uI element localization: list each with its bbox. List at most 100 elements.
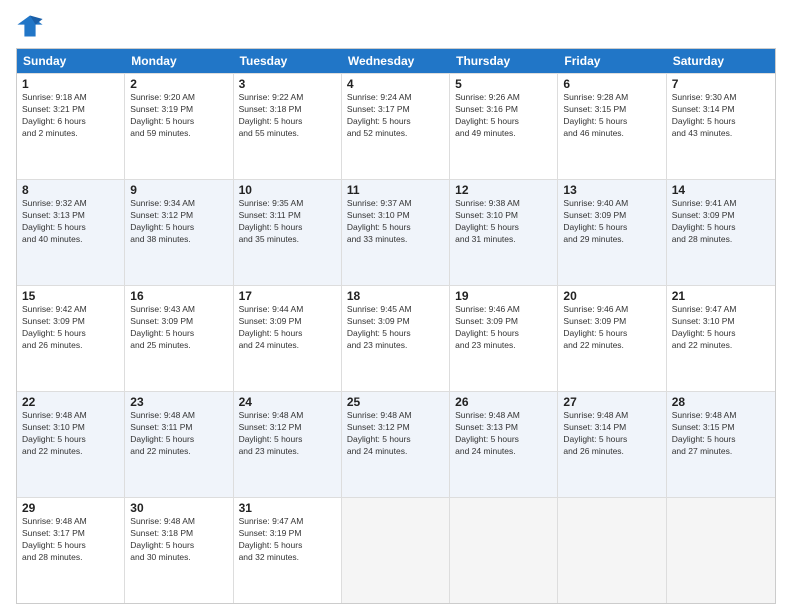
calendar-cell: 20Sunrise: 9:46 AM Sunset: 3:09 PM Dayli… bbox=[558, 286, 666, 391]
calendar-cell: 29Sunrise: 9:48 AM Sunset: 3:17 PM Dayli… bbox=[17, 498, 125, 603]
day-number: 8 bbox=[22, 183, 119, 197]
calendar-cell: 31Sunrise: 9:47 AM Sunset: 3:19 PM Dayli… bbox=[234, 498, 342, 603]
day-number: 30 bbox=[130, 501, 227, 515]
calendar-cell: 15Sunrise: 9:42 AM Sunset: 3:09 PM Dayli… bbox=[17, 286, 125, 391]
day-info: Sunrise: 9:37 AM Sunset: 3:10 PM Dayligh… bbox=[347, 198, 444, 246]
day-number: 2 bbox=[130, 77, 227, 91]
calendar-cell: 16Sunrise: 9:43 AM Sunset: 3:09 PM Dayli… bbox=[125, 286, 233, 391]
calendar-cell: 8Sunrise: 9:32 AM Sunset: 3:13 PM Daylig… bbox=[17, 180, 125, 285]
day-number: 3 bbox=[239, 77, 336, 91]
day-info: Sunrise: 9:30 AM Sunset: 3:14 PM Dayligh… bbox=[672, 92, 770, 140]
day-info: Sunrise: 9:48 AM Sunset: 3:18 PM Dayligh… bbox=[130, 516, 227, 564]
day-number: 4 bbox=[347, 77, 444, 91]
day-info: Sunrise: 9:35 AM Sunset: 3:11 PM Dayligh… bbox=[239, 198, 336, 246]
day-number: 7 bbox=[672, 77, 770, 91]
calendar-row-2: 8Sunrise: 9:32 AM Sunset: 3:13 PM Daylig… bbox=[17, 179, 775, 285]
day-info: Sunrise: 9:46 AM Sunset: 3:09 PM Dayligh… bbox=[455, 304, 552, 352]
calendar-cell: 4Sunrise: 9:24 AM Sunset: 3:17 PM Daylig… bbox=[342, 74, 450, 179]
day-info: Sunrise: 9:41 AM Sunset: 3:09 PM Dayligh… bbox=[672, 198, 770, 246]
calendar-cell: 25Sunrise: 9:48 AM Sunset: 3:12 PM Dayli… bbox=[342, 392, 450, 497]
day-number: 25 bbox=[347, 395, 444, 409]
calendar-cell: 10Sunrise: 9:35 AM Sunset: 3:11 PM Dayli… bbox=[234, 180, 342, 285]
calendar-cell: 1Sunrise: 9:18 AM Sunset: 3:21 PM Daylig… bbox=[17, 74, 125, 179]
calendar-body: 1Sunrise: 9:18 AM Sunset: 3:21 PM Daylig… bbox=[17, 73, 775, 603]
calendar-cell bbox=[342, 498, 450, 603]
day-number: 27 bbox=[563, 395, 660, 409]
weekday-header-thursday: Thursday bbox=[450, 49, 558, 73]
day-number: 31 bbox=[239, 501, 336, 515]
weekday-header-saturday: Saturday bbox=[667, 49, 775, 73]
day-number: 13 bbox=[563, 183, 660, 197]
day-number: 5 bbox=[455, 77, 552, 91]
calendar-cell: 21Sunrise: 9:47 AM Sunset: 3:10 PM Dayli… bbox=[667, 286, 775, 391]
day-number: 29 bbox=[22, 501, 119, 515]
weekday-header-sunday: Sunday bbox=[17, 49, 125, 73]
day-number: 6 bbox=[563, 77, 660, 91]
calendar-cell: 13Sunrise: 9:40 AM Sunset: 3:09 PM Dayli… bbox=[558, 180, 666, 285]
calendar-cell: 30Sunrise: 9:48 AM Sunset: 3:18 PM Dayli… bbox=[125, 498, 233, 603]
day-info: Sunrise: 9:47 AM Sunset: 3:19 PM Dayligh… bbox=[239, 516, 336, 564]
day-number: 23 bbox=[130, 395, 227, 409]
day-info: Sunrise: 9:44 AM Sunset: 3:09 PM Dayligh… bbox=[239, 304, 336, 352]
calendar-row-4: 22Sunrise: 9:48 AM Sunset: 3:10 PM Dayli… bbox=[17, 391, 775, 497]
calendar-row-3: 15Sunrise: 9:42 AM Sunset: 3:09 PM Dayli… bbox=[17, 285, 775, 391]
day-info: Sunrise: 9:45 AM Sunset: 3:09 PM Dayligh… bbox=[347, 304, 444, 352]
calendar-cell: 19Sunrise: 9:46 AM Sunset: 3:09 PM Dayli… bbox=[450, 286, 558, 391]
day-info: Sunrise: 9:20 AM Sunset: 3:19 PM Dayligh… bbox=[130, 92, 227, 140]
day-info: Sunrise: 9:28 AM Sunset: 3:15 PM Dayligh… bbox=[563, 92, 660, 140]
day-number: 22 bbox=[22, 395, 119, 409]
day-info: Sunrise: 9:42 AM Sunset: 3:09 PM Dayligh… bbox=[22, 304, 119, 352]
calendar-header: SundayMondayTuesdayWednesdayThursdayFrid… bbox=[17, 49, 775, 73]
day-info: Sunrise: 9:48 AM Sunset: 3:17 PM Dayligh… bbox=[22, 516, 119, 564]
weekday-header-wednesday: Wednesday bbox=[342, 49, 450, 73]
day-number: 19 bbox=[455, 289, 552, 303]
day-info: Sunrise: 9:48 AM Sunset: 3:10 PM Dayligh… bbox=[22, 410, 119, 458]
calendar-cell: 5Sunrise: 9:26 AM Sunset: 3:16 PM Daylig… bbox=[450, 74, 558, 179]
calendar-cell: 3Sunrise: 9:22 AM Sunset: 3:18 PM Daylig… bbox=[234, 74, 342, 179]
calendar-cell: 24Sunrise: 9:48 AM Sunset: 3:12 PM Dayli… bbox=[234, 392, 342, 497]
day-info: Sunrise: 9:47 AM Sunset: 3:10 PM Dayligh… bbox=[672, 304, 770, 352]
calendar-cell: 2Sunrise: 9:20 AM Sunset: 3:19 PM Daylig… bbox=[125, 74, 233, 179]
day-number: 28 bbox=[672, 395, 770, 409]
calendar-cell: 6Sunrise: 9:28 AM Sunset: 3:15 PM Daylig… bbox=[558, 74, 666, 179]
day-info: Sunrise: 9:32 AM Sunset: 3:13 PM Dayligh… bbox=[22, 198, 119, 246]
day-number: 9 bbox=[130, 183, 227, 197]
day-info: Sunrise: 9:43 AM Sunset: 3:09 PM Dayligh… bbox=[130, 304, 227, 352]
day-info: Sunrise: 9:24 AM Sunset: 3:17 PM Dayligh… bbox=[347, 92, 444, 140]
day-info: Sunrise: 9:48 AM Sunset: 3:12 PM Dayligh… bbox=[239, 410, 336, 458]
calendar-row-5: 29Sunrise: 9:48 AM Sunset: 3:17 PM Dayli… bbox=[17, 497, 775, 603]
day-number: 10 bbox=[239, 183, 336, 197]
day-info: Sunrise: 9:22 AM Sunset: 3:18 PM Dayligh… bbox=[239, 92, 336, 140]
day-number: 11 bbox=[347, 183, 444, 197]
day-number: 1 bbox=[22, 77, 119, 91]
day-number: 20 bbox=[563, 289, 660, 303]
calendar-cell: 27Sunrise: 9:48 AM Sunset: 3:14 PM Dayli… bbox=[558, 392, 666, 497]
calendar-cell: 23Sunrise: 9:48 AM Sunset: 3:11 PM Dayli… bbox=[125, 392, 233, 497]
calendar-cell: 22Sunrise: 9:48 AM Sunset: 3:10 PM Dayli… bbox=[17, 392, 125, 497]
header bbox=[16, 12, 776, 40]
calendar-cell bbox=[558, 498, 666, 603]
calendar-cell: 14Sunrise: 9:41 AM Sunset: 3:09 PM Dayli… bbox=[667, 180, 775, 285]
weekday-header-friday: Friday bbox=[558, 49, 666, 73]
day-info: Sunrise: 9:46 AM Sunset: 3:09 PM Dayligh… bbox=[563, 304, 660, 352]
calendar-cell: 12Sunrise: 9:38 AM Sunset: 3:10 PM Dayli… bbox=[450, 180, 558, 285]
calendar-cell bbox=[667, 498, 775, 603]
day-number: 17 bbox=[239, 289, 336, 303]
day-number: 14 bbox=[672, 183, 770, 197]
day-info: Sunrise: 9:34 AM Sunset: 3:12 PM Dayligh… bbox=[130, 198, 227, 246]
day-info: Sunrise: 9:48 AM Sunset: 3:13 PM Dayligh… bbox=[455, 410, 552, 458]
calendar-cell bbox=[450, 498, 558, 603]
calendar-cell: 26Sunrise: 9:48 AM Sunset: 3:13 PM Dayli… bbox=[450, 392, 558, 497]
calendar-cell: 28Sunrise: 9:48 AM Sunset: 3:15 PM Dayli… bbox=[667, 392, 775, 497]
day-info: Sunrise: 9:18 AM Sunset: 3:21 PM Dayligh… bbox=[22, 92, 119, 140]
calendar-cell: 9Sunrise: 9:34 AM Sunset: 3:12 PM Daylig… bbox=[125, 180, 233, 285]
page: SundayMondayTuesdayWednesdayThursdayFrid… bbox=[0, 0, 792, 612]
day-number: 26 bbox=[455, 395, 552, 409]
logo bbox=[16, 12, 48, 40]
day-number: 12 bbox=[455, 183, 552, 197]
day-number: 21 bbox=[672, 289, 770, 303]
day-info: Sunrise: 9:48 AM Sunset: 3:11 PM Dayligh… bbox=[130, 410, 227, 458]
day-number: 18 bbox=[347, 289, 444, 303]
day-info: Sunrise: 9:26 AM Sunset: 3:16 PM Dayligh… bbox=[455, 92, 552, 140]
calendar-row-1: 1Sunrise: 9:18 AM Sunset: 3:21 PM Daylig… bbox=[17, 73, 775, 179]
